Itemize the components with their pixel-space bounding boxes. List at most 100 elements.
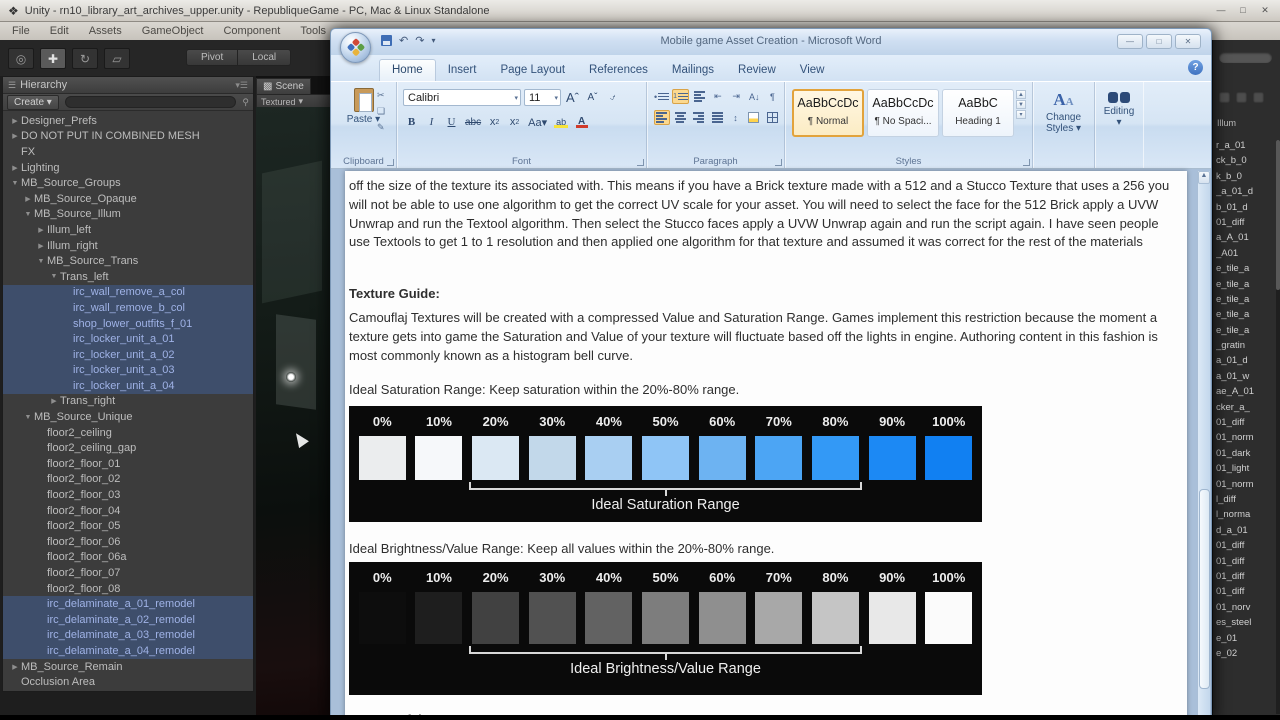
- hierarchy-item[interactable]: irc_wall_remove_b_col: [3, 300, 253, 316]
- hierarchy-item[interactable]: floor2_ceiling_gap: [3, 440, 253, 456]
- project-asset-item[interactable]: ck_b_0: [1216, 155, 1275, 170]
- paragraph-dialog-launcher[interactable]: [775, 159, 782, 166]
- document-scrollbar[interactable]: ▲: [1197, 171, 1210, 720]
- project-asset-item[interactable]: 01_diff: [1216, 586, 1275, 601]
- hierarchy-item[interactable]: floor2_floor_05: [3, 518, 253, 534]
- project-asset-item[interactable]: l_norma: [1216, 509, 1275, 524]
- hierarchy-item[interactable]: ▼ Trans_left: [3, 269, 253, 285]
- hierarchy-item[interactable]: irc_delaminate_a_04_remodel: [3, 643, 253, 659]
- underline-button[interactable]: U: [443, 114, 460, 130]
- tab-insert[interactable]: Insert: [436, 60, 489, 81]
- project-asset-item[interactable]: a_01_d: [1216, 355, 1275, 370]
- hierarchy-item[interactable]: Occlusion Area: [3, 674, 253, 690]
- italic-button[interactable]: I: [423, 114, 440, 130]
- hierarchy-item[interactable]: irc_delaminate_a_02_remodel: [3, 612, 253, 628]
- scene-viewport[interactable]: [256, 107, 332, 720]
- create-button[interactable]: Create ▾: [7, 94, 59, 110]
- project-asset-item[interactable]: e_tile_a: [1216, 279, 1275, 294]
- hierarchy-item[interactable]: floor2_floor_04: [3, 503, 253, 519]
- tab-references[interactable]: References: [577, 60, 660, 81]
- project-asset-item[interactable]: b_01_d: [1216, 202, 1275, 217]
- chevron-down-icon[interactable]: ▼: [22, 211, 34, 218]
- tab-mailings[interactable]: Mailings: [660, 60, 726, 81]
- style-scroll-down-icon[interactable]: ▼: [1016, 100, 1026, 109]
- project-asset-item[interactable]: 01_norm: [1216, 479, 1275, 494]
- hierarchy-item[interactable]: irc_locker_unit_a_01: [3, 331, 253, 347]
- word-minimize-button[interactable]: —: [1117, 34, 1143, 49]
- font-name-combo[interactable]: Calibri ▾: [403, 89, 521, 106]
- document-page[interactable]: off the size of the texture its associat…: [345, 171, 1187, 720]
- chevron-right-icon[interactable]: ▶: [35, 226, 47, 234]
- chevron-right-icon[interactable]: ▶: [9, 663, 21, 671]
- format-painter-icon[interactable]: ✎: [377, 122, 385, 133]
- menu-tools[interactable]: Tools: [300, 25, 326, 37]
- local-toggle-button[interactable]: Local: [238, 49, 292, 66]
- bullets-icon[interactable]: •: [654, 89, 670, 104]
- chevron-right-icon[interactable]: ▶: [22, 195, 34, 203]
- hierarchy-item[interactable]: floor2_floor_06: [3, 534, 253, 550]
- project-asset-item[interactable]: 01_dark: [1216, 448, 1275, 463]
- asset-icon[interactable]: [1236, 92, 1247, 103]
- panel-menu-icon[interactable]: ▾☰: [235, 80, 248, 91]
- chevron-right-icon[interactable]: ▶: [9, 117, 21, 125]
- shrink-font-button[interactable]: Aˇ: [584, 90, 601, 106]
- hierarchy-item[interactable]: floor2_floor_01: [3, 456, 253, 472]
- cut-icon[interactable]: ✂: [377, 90, 385, 101]
- project-asset-item[interactable]: 01_diff: [1216, 217, 1275, 232]
- hierarchy-item[interactable]: floor2_floor_07: [3, 565, 253, 581]
- project-asset-item[interactable]: r_a_01: [1216, 140, 1275, 155]
- hierarchy-item[interactable]: ▶ Illum_left: [3, 222, 253, 238]
- project-asset-item[interactable]: e_tile_a: [1216, 325, 1275, 340]
- hierarchy-item[interactable]: FX: [3, 144, 253, 160]
- menu-assets[interactable]: Assets: [89, 25, 122, 37]
- strikethrough-button[interactable]: abc: [463, 114, 483, 130]
- hand-tool-button[interactable]: ◎: [8, 48, 34, 69]
- hierarchy-item[interactable]: ▶ MB_Source_Remain: [3, 659, 253, 675]
- project-asset-item[interactable]: e_tile_a: [1216, 263, 1275, 278]
- chevron-down-icon[interactable]: ▼: [35, 258, 47, 265]
- align-center-icon[interactable]: [673, 110, 688, 125]
- hierarchy-item[interactable]: ▶ DO NOT PUT IN COMBINED MESH: [3, 129, 253, 145]
- unity-minimize-icon[interactable]: —: [1214, 5, 1228, 16]
- align-left-icon[interactable]: [654, 110, 670, 125]
- style-card[interactable]: AaBbCcDc ¶ No Spaci...: [867, 89, 939, 137]
- scrollbar-thumb[interactable]: [1276, 140, 1280, 290]
- increase-indent-icon[interactable]: ⇥: [729, 89, 744, 104]
- hierarchy-item[interactable]: irc_delaminate_a_01_remodel: [3, 596, 253, 612]
- sort-icon[interactable]: A↓: [747, 89, 762, 104]
- highlight-button[interactable]: ab: [552, 114, 570, 130]
- hierarchy-item[interactable]: ▼ MB_Source_Groups: [3, 175, 253, 191]
- hierarchy-item[interactable]: ▶ Designer_Prefs: [3, 113, 253, 129]
- change-styles-button[interactable]: AA Change Styles ▾: [1033, 82, 1095, 168]
- project-asset-item[interactable]: k_b_0: [1216, 171, 1275, 186]
- project-asset-item[interactable]: e_01: [1216, 633, 1275, 648]
- font-color-button[interactable]: A: [573, 114, 590, 130]
- project-asset-item[interactable]: es_steel: [1216, 617, 1275, 632]
- chevron-down-icon[interactable]: ▼: [48, 273, 60, 280]
- chevron-right-icon[interactable]: ▶: [35, 242, 47, 250]
- unity-close-icon[interactable]: ✕: [1258, 5, 1272, 16]
- project-search-input[interactable]: [1219, 52, 1272, 63]
- clipboard-dialog-launcher[interactable]: [387, 159, 394, 166]
- justify-icon[interactable]: [709, 110, 724, 125]
- project-asset-item[interactable]: e_tile_a: [1216, 294, 1275, 309]
- hierarchy-item[interactable]: irc_locker_unit_a_02: [3, 346, 253, 363]
- numbering-icon[interactable]: 1: [672, 89, 690, 104]
- style-card[interactable]: AaBbCcDc ¶ Normal: [792, 89, 864, 137]
- chevron-down-icon[interactable]: ▼: [9, 180, 21, 187]
- hierarchy-item[interactable]: irc_wall_remove_a_col: [3, 284, 253, 301]
- menu-edit[interactable]: Edit: [50, 25, 69, 37]
- hierarchy-item[interactable]: ▼ MB_Source_Illum: [3, 207, 253, 223]
- hierarchy-search-input[interactable]: [64, 96, 237, 108]
- hierarchy-item[interactable]: ▶ Illum_right: [3, 238, 253, 254]
- multilevel-list-icon[interactable]: [692, 89, 707, 104]
- editing-group[interactable]: Editing ▾: [1095, 82, 1143, 168]
- menu-gameobject[interactable]: GameObject: [142, 25, 204, 37]
- rotate-tool-button[interactable]: ↻: [72, 48, 98, 69]
- hierarchy-item[interactable]: shop_lower_outfits_f_01: [3, 315, 253, 332]
- styles-dialog-launcher[interactable]: [1023, 159, 1030, 166]
- tab-home[interactable]: Home: [379, 59, 436, 81]
- move-tool-button[interactable]: ✚: [40, 48, 66, 69]
- project-asset-item[interactable]: 01_norm: [1216, 432, 1275, 447]
- project-asset-item[interactable]: 01_norv: [1216, 602, 1275, 617]
